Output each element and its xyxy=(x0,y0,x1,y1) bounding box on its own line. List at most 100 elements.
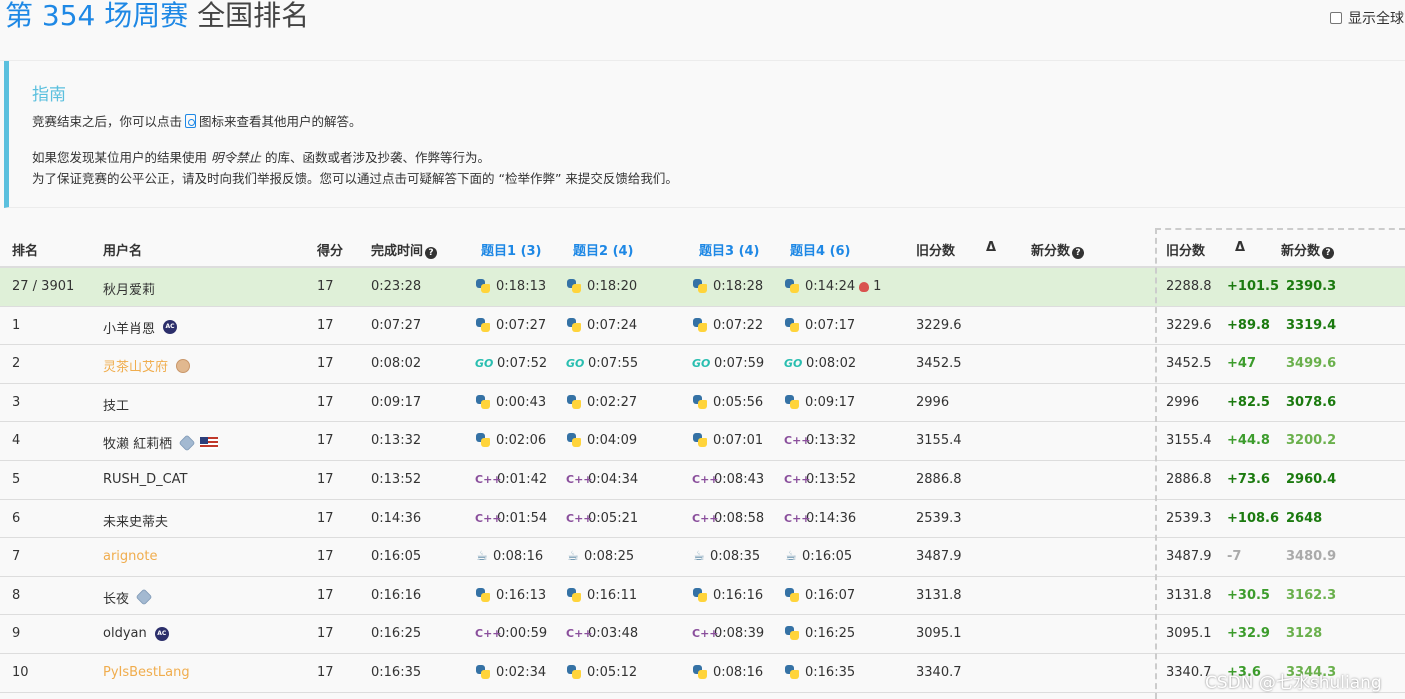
solve-time[interactable]: 0:07:01 xyxy=(713,433,763,448)
solve-time[interactable]: 0:02:06 xyxy=(496,433,546,448)
question-4-cell[interactable]: 0:16:35 xyxy=(784,664,855,680)
solve-time[interactable]: 0:09:17 xyxy=(805,395,855,410)
question-2-cell[interactable]: 0:16:11 xyxy=(566,587,637,603)
solve-time[interactable]: 0:04:34 xyxy=(588,472,638,487)
username-cell[interactable]: 秋月爱莉 xyxy=(103,279,155,298)
solve-time[interactable]: 0:16:07 xyxy=(805,588,855,603)
col-q4[interactable]: 题目4 (6) xyxy=(790,240,851,259)
question-2-cell[interactable]: C++ 0:03:48 xyxy=(566,626,638,641)
solve-time[interactable]: 0:07:17 xyxy=(805,318,855,333)
question-4-cell[interactable]: 0:16:07 xyxy=(784,587,855,603)
username-link[interactable]: 未来史蒂夫 xyxy=(103,511,168,530)
question-4-cell[interactable]: C++ 0:14:36 xyxy=(784,511,856,526)
solve-time[interactable]: 0:05:12 xyxy=(587,665,637,680)
username-cell[interactable]: RUSH_D_CAT xyxy=(103,472,188,487)
solve-time[interactable]: 0:02:34 xyxy=(496,665,546,680)
username-cell[interactable]: 灵茶山艾府 xyxy=(103,356,191,375)
solve-time[interactable]: 0:14:24 xyxy=(805,279,855,294)
contest-link[interactable]: 第 354 场周赛 xyxy=(5,0,188,32)
solve-time[interactable]: 0:07:52 xyxy=(497,356,547,371)
question-3-cell[interactable]: 0:18:28 xyxy=(692,279,763,294)
solve-time[interactable]: 0:01:54 xyxy=(497,511,547,526)
solve-time[interactable]: 0:03:48 xyxy=(588,626,638,641)
username-cell[interactable]: 技工 xyxy=(103,395,129,414)
question-4-cell[interactable]: C++ 0:13:32 xyxy=(784,433,856,448)
solve-time[interactable]: 0:01:42 xyxy=(497,472,547,487)
solve-time[interactable]: 0:07:22 xyxy=(713,318,763,333)
question-4-cell[interactable]: GO 0:08:02 xyxy=(784,356,856,371)
show-global-toggle[interactable]: 显示全球 xyxy=(1330,8,1404,28)
solve-time[interactable]: 0:05:56 xyxy=(713,395,763,410)
question-3-cell[interactable]: 0:16:16 xyxy=(692,587,763,603)
solve-time[interactable]: 0:14:36 xyxy=(806,511,856,526)
question-1-cell[interactable]: C++ 0:01:42 xyxy=(475,472,547,487)
solve-time[interactable]: 0:07:27 xyxy=(496,318,546,333)
solve-time[interactable]: 0:08:16 xyxy=(493,549,543,564)
question-4-cell[interactable]: ☕ 0:16:05 xyxy=(784,549,852,564)
username-link[interactable]: oldyan xyxy=(103,626,147,641)
solve-time[interactable]: 0:05:21 xyxy=(588,511,638,526)
question-1-cell[interactable]: 0:00:43 xyxy=(475,394,546,410)
col-q3[interactable]: 题目3 (4) xyxy=(699,240,760,259)
solve-time[interactable]: 0:16:25 xyxy=(805,626,855,641)
question-2-cell[interactable]: C++ 0:04:34 xyxy=(566,472,638,487)
solve-time[interactable]: 0:07:55 xyxy=(588,356,638,371)
username-link[interactable]: RUSH_D_CAT xyxy=(103,472,188,487)
solve-time[interactable]: 0:13:52 xyxy=(806,472,856,487)
username-link[interactable]: 小羊肖恩 xyxy=(103,318,155,337)
solve-time[interactable]: 0:16:16 xyxy=(713,588,763,603)
username-cell[interactable]: oldyan AC xyxy=(103,626,169,641)
solve-time[interactable]: 0:00:59 xyxy=(497,626,547,641)
question-4-cell[interactable]: 0:16:25 xyxy=(784,626,855,641)
solve-time[interactable]: 0:07:59 xyxy=(714,356,764,371)
question-4-cell[interactable]: 0:09:17 xyxy=(784,394,855,410)
username-link[interactable]: 灵茶山艾府 xyxy=(103,356,168,375)
question-1-cell[interactable]: ☕ 0:08:16 xyxy=(475,549,543,564)
username-cell[interactable]: arignote xyxy=(103,549,157,564)
solve-time[interactable]: 0:08:16 xyxy=(713,665,763,680)
question-1-cell[interactable]: 0:16:13 xyxy=(475,587,546,603)
question-3-cell[interactable]: C++ 0:08:39 xyxy=(692,626,764,641)
question-2-cell[interactable]: 0:18:20 xyxy=(566,279,637,294)
question-icon[interactable]: ? xyxy=(1322,247,1335,259)
question-3-cell[interactable]: 0:05:56 xyxy=(692,394,763,410)
question-2-cell[interactable]: 0:02:27 xyxy=(566,394,637,410)
solve-time[interactable]: 0:08:25 xyxy=(584,549,634,564)
question-2-cell[interactable]: C++ 0:05:21 xyxy=(566,511,638,526)
question-3-cell[interactable]: 0:07:22 xyxy=(692,317,763,333)
solve-time[interactable]: 0:02:27 xyxy=(587,395,637,410)
solve-time[interactable]: 0:08:02 xyxy=(806,356,856,371)
question-1-cell[interactable]: C++ 0:00:59 xyxy=(475,626,547,641)
question-1-cell[interactable]: 0:07:27 xyxy=(475,317,546,333)
solve-time[interactable]: 0:08:35 xyxy=(710,549,760,564)
username-link[interactable]: 秋月爱莉 xyxy=(103,279,155,298)
solve-time[interactable]: 0:18:20 xyxy=(587,279,637,294)
question-1-cell[interactable]: C++ 0:01:54 xyxy=(475,511,547,526)
question-2-cell[interactable]: 0:05:12 xyxy=(566,664,637,680)
solve-time[interactable]: 0:08:58 xyxy=(714,511,764,526)
username-cell[interactable]: 小羊肖恩 AC xyxy=(103,318,178,337)
solve-time[interactable]: 0:16:13 xyxy=(496,588,546,603)
col-q1[interactable]: 题目1 (3) xyxy=(481,240,542,259)
question-3-cell[interactable]: GO 0:07:59 xyxy=(692,356,764,371)
question-3-cell[interactable]: 0:07:01 xyxy=(692,433,763,448)
question-icon[interactable]: ? xyxy=(425,247,438,259)
question-4-cell[interactable]: 0:14:24 1 xyxy=(784,279,881,294)
show-global-checkbox[interactable] xyxy=(1330,12,1342,24)
username-cell[interactable]: 长夜 xyxy=(103,588,153,607)
username-cell[interactable]: 未来史蒂夫 xyxy=(103,511,168,530)
solve-time[interactable]: 0:16:05 xyxy=(802,549,852,564)
username-link[interactable]: 长夜 xyxy=(103,588,129,607)
question-3-cell[interactable]: C++ 0:08:43 xyxy=(692,472,764,487)
username-link[interactable]: arignote xyxy=(103,549,157,564)
solve-time[interactable]: 0:16:35 xyxy=(805,665,855,680)
question-2-cell[interactable]: 0:04:09 xyxy=(566,433,637,448)
question-icon[interactable]: ? xyxy=(1072,247,1085,259)
question-1-cell[interactable]: 0:02:34 xyxy=(475,664,546,680)
solve-time[interactable]: 0:18:28 xyxy=(713,279,763,294)
username-link[interactable]: PyIsBestLang xyxy=(103,665,190,680)
question-3-cell[interactable]: ☕ 0:08:35 xyxy=(692,549,760,564)
username-link[interactable]: 技工 xyxy=(103,395,129,414)
solve-time[interactable]: 0:00:43 xyxy=(496,395,546,410)
solve-time[interactable]: 0:08:39 xyxy=(714,626,764,641)
